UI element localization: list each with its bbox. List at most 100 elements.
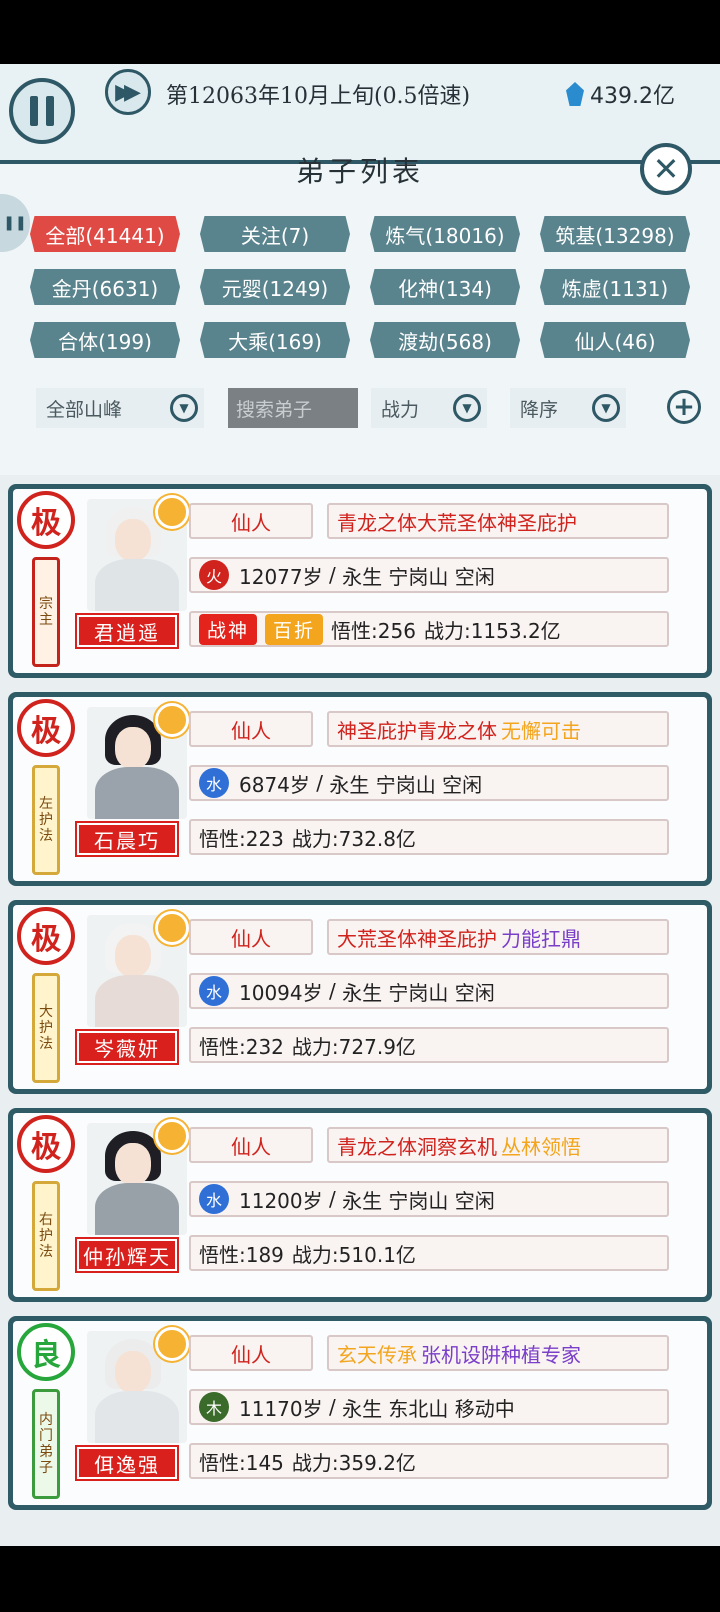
stat-row: 悟性:145 战力:359.2亿 — [189, 1443, 669, 1479]
element-icon: 水 — [199, 976, 229, 1006]
realm-filter-button[interactable]: 仙人(46) — [540, 322, 690, 358]
chevron-down-icon: ▼ — [453, 394, 481, 422]
trait-text: 青龙之体大荒圣体神圣庇护 — [337, 510, 577, 535]
search-input[interactable]: 搜索弟子 — [228, 388, 358, 428]
sect-rank-tag: 宗主 — [32, 557, 60, 667]
stat-row: 悟性:223 战力:732.8亿 — [189, 819, 669, 855]
realm-filter-button[interactable]: 炼虚(1131) — [540, 269, 690, 305]
trait-list: 青龙之体大荒圣体神圣庇护 — [327, 503, 669, 539]
comprehension-value: 悟性:145 — [199, 1450, 284, 1475]
disciple-card-body: 极 左护法 石晨巧 仙人 神圣庇护青龙之体 无懈可击 水 6874岁 / 永生 宁… — [13, 697, 707, 881]
trait-text: 丛林领悟 — [501, 1134, 581, 1159]
realm-filter-button[interactable]: 化神(134) — [370, 269, 520, 305]
grade-badge: 良 — [17, 1323, 75, 1381]
status-row: 木 11170岁 / 永生 东北山 移动中 — [189, 1389, 669, 1425]
disciple-card-body: 极 右护法 仲孙辉天 仙人 青龙之体洞察玄机 丛林领悟 水 11200岁 / 永生… — [13, 1113, 707, 1297]
grade-badge: 极 — [17, 699, 75, 757]
sort-order-label: 降序 — [520, 398, 559, 421]
plus-icon[interactable]: + — [667, 390, 701, 424]
disciple-name: 君逍遥 — [77, 615, 177, 647]
comprehension-value: 悟性:256 — [331, 618, 416, 643]
power-value: 战力:510.1亿 — [291, 1242, 416, 1267]
disciple-card[interactable]: 极 右护法 仲孙辉天 仙人 青龙之体洞察玄机 丛林领悟 水 11200岁 / 永生… — [8, 1108, 712, 1302]
trait-list: 神圣庇护青龙之体 无懈可击 — [327, 711, 669, 747]
disciple-name: 石晨巧 — [77, 823, 177, 855]
sun-icon — [155, 1119, 189, 1153]
element-icon: 水 — [199, 768, 229, 798]
comprehension-value: 悟性:232 — [199, 1034, 284, 1059]
pause-button[interactable] — [9, 78, 75, 144]
age-value: 11170岁 — [239, 1396, 323, 1421]
status-value: 永生 宁岗山 空闲 — [342, 564, 495, 589]
avatar-body — [95, 1391, 179, 1443]
status-row: 水 6874岁 / 永生 宁岗山 空闲 — [189, 765, 669, 801]
game-date: 第12063年10月上旬(0.5倍速) — [166, 84, 471, 109]
status-row: 水 10094岁 / 永生 宁岗山 空闲 — [189, 973, 669, 1009]
realm-filter-button[interactable]: 渡劫(568) — [370, 322, 520, 358]
realm-filter-button[interactable]: 元婴(1249) — [200, 269, 350, 305]
element-icon: 火 — [199, 560, 229, 590]
disciple-name: 岑薇妍 — [77, 1031, 177, 1063]
title-badge: 战神 — [199, 613, 258, 645]
chevron-down-icon: ▼ — [592, 394, 620, 422]
realm-filter-button[interactable]: 合体(199) — [30, 322, 180, 358]
realm-label: 仙人 — [189, 1335, 313, 1371]
stat-row: 悟性:189 战力:510.1亿 — [189, 1235, 669, 1271]
power-value: 战力:359.2亿 — [291, 1450, 416, 1475]
status-value: 永生 宁岗山 空闲 — [329, 772, 483, 797]
disciple-card[interactable]: 良 内门弟子 佴逸强 仙人 玄天传承 张机设阱种植专家 木 11170岁 / 永生… — [8, 1316, 712, 1510]
realm-filter-button[interactable]: 关注(7) — [200, 216, 350, 252]
disciple-card-body: 极 大护法 岑薇妍 仙人 大荒圣体神圣庇护 力能扛鼎 水 10094岁 / 永生 … — [13, 905, 707, 1089]
comprehension-value: 悟性:189 — [199, 1242, 284, 1267]
trait-text: 张机设阱种植专家 — [421, 1342, 581, 1367]
avatar-body — [95, 975, 179, 1027]
close-icon[interactable]: ✕ — [640, 143, 692, 195]
title-badge: 百折 — [265, 613, 324, 645]
realm-label: 仙人 — [189, 503, 313, 539]
trait-list: 青龙之体洞察玄机 丛林领悟 — [327, 1127, 669, 1163]
element-icon: 木 — [199, 1392, 229, 1422]
stat-row: 战神 百折 悟性:256 战力:1153.2亿 — [189, 611, 669, 647]
avatar-body — [95, 559, 179, 611]
age-value: 11200岁 — [239, 1188, 323, 1213]
system-nav-bar — [0, 1546, 720, 1612]
realm-label: 仙人 — [189, 919, 313, 955]
disciple-name: 佴逸强 — [77, 1447, 177, 1479]
disciple-card-body: 良 内门弟子 佴逸强 仙人 玄天传承 张机设阱种植专家 木 11170岁 / 永生… — [13, 1321, 707, 1505]
gem-icon — [566, 82, 584, 106]
realm-filter-button[interactable]: 大乘(169) — [200, 322, 350, 358]
sect-rank-tag: 大护法 — [32, 973, 60, 1083]
sect-rank-tag: 左护法 — [32, 765, 60, 875]
sort-field-select[interactable]: 战力 ▼ — [371, 388, 487, 428]
age-value: 10094岁 — [239, 980, 323, 1005]
trait-text: 玄天传承 — [337, 1342, 417, 1367]
mountain-select-label: 全部山峰 — [46, 398, 123, 421]
trait-text: 大荒圣体神圣庇护 — [337, 926, 497, 951]
element-icon: 水 — [199, 1184, 229, 1214]
power-value: 战力:727.9亿 — [291, 1034, 416, 1059]
sect-rank-tag: 内门弟子 — [32, 1389, 60, 1499]
mountain-select[interactable]: 全部山峰 ▼ — [36, 388, 204, 428]
status-value: 永生 东北山 移动中 — [342, 1396, 515, 1421]
trait-list: 大荒圣体神圣庇护 力能扛鼎 — [327, 919, 669, 955]
realm-filter-button[interactable]: 筑基(13298) — [540, 216, 690, 252]
grade-badge: 极 — [17, 1115, 75, 1173]
avatar-body — [95, 767, 179, 819]
fast-forward-icon[interactable]: ▶▶ — [105, 69, 151, 115]
power-value: 战力:732.8亿 — [291, 826, 416, 851]
age-value: 12077岁 — [239, 564, 323, 589]
avatar-face — [115, 1143, 151, 1185]
trait-text: 神圣庇护青龙之体 — [337, 718, 497, 743]
realm-filter-button[interactable]: 金丹(6631) — [30, 269, 180, 305]
comprehension-value: 悟性:223 — [199, 826, 284, 851]
stat-row: 悟性:232 战力:727.9亿 — [189, 1027, 669, 1063]
sort-order-select[interactable]: 降序 ▼ — [510, 388, 626, 428]
disciple-card[interactable]: 极 左护法 石晨巧 仙人 神圣庇护青龙之体 无懈可击 水 6874岁 / 永生 宁… — [8, 692, 712, 886]
realm-filter-button[interactable]: 炼气(18016) — [370, 216, 520, 252]
realm-label: 仙人 — [189, 711, 313, 747]
disciple-card[interactable]: 极 宗主 君逍遥 仙人 青龙之体大荒圣体神圣庇护 火 12077岁 / 永生 宁… — [8, 484, 712, 678]
realm-filter-button[interactable]: 全部(41441) — [30, 216, 180, 252]
status-row: 水 11200岁 / 永生 宁岗山 空闲 — [189, 1181, 669, 1217]
disciple-card[interactable]: 极 大护法 岑薇妍 仙人 大荒圣体神圣庇护 力能扛鼎 水 10094岁 / 永生 … — [8, 900, 712, 1094]
status-separator: / — [322, 1187, 343, 1211]
